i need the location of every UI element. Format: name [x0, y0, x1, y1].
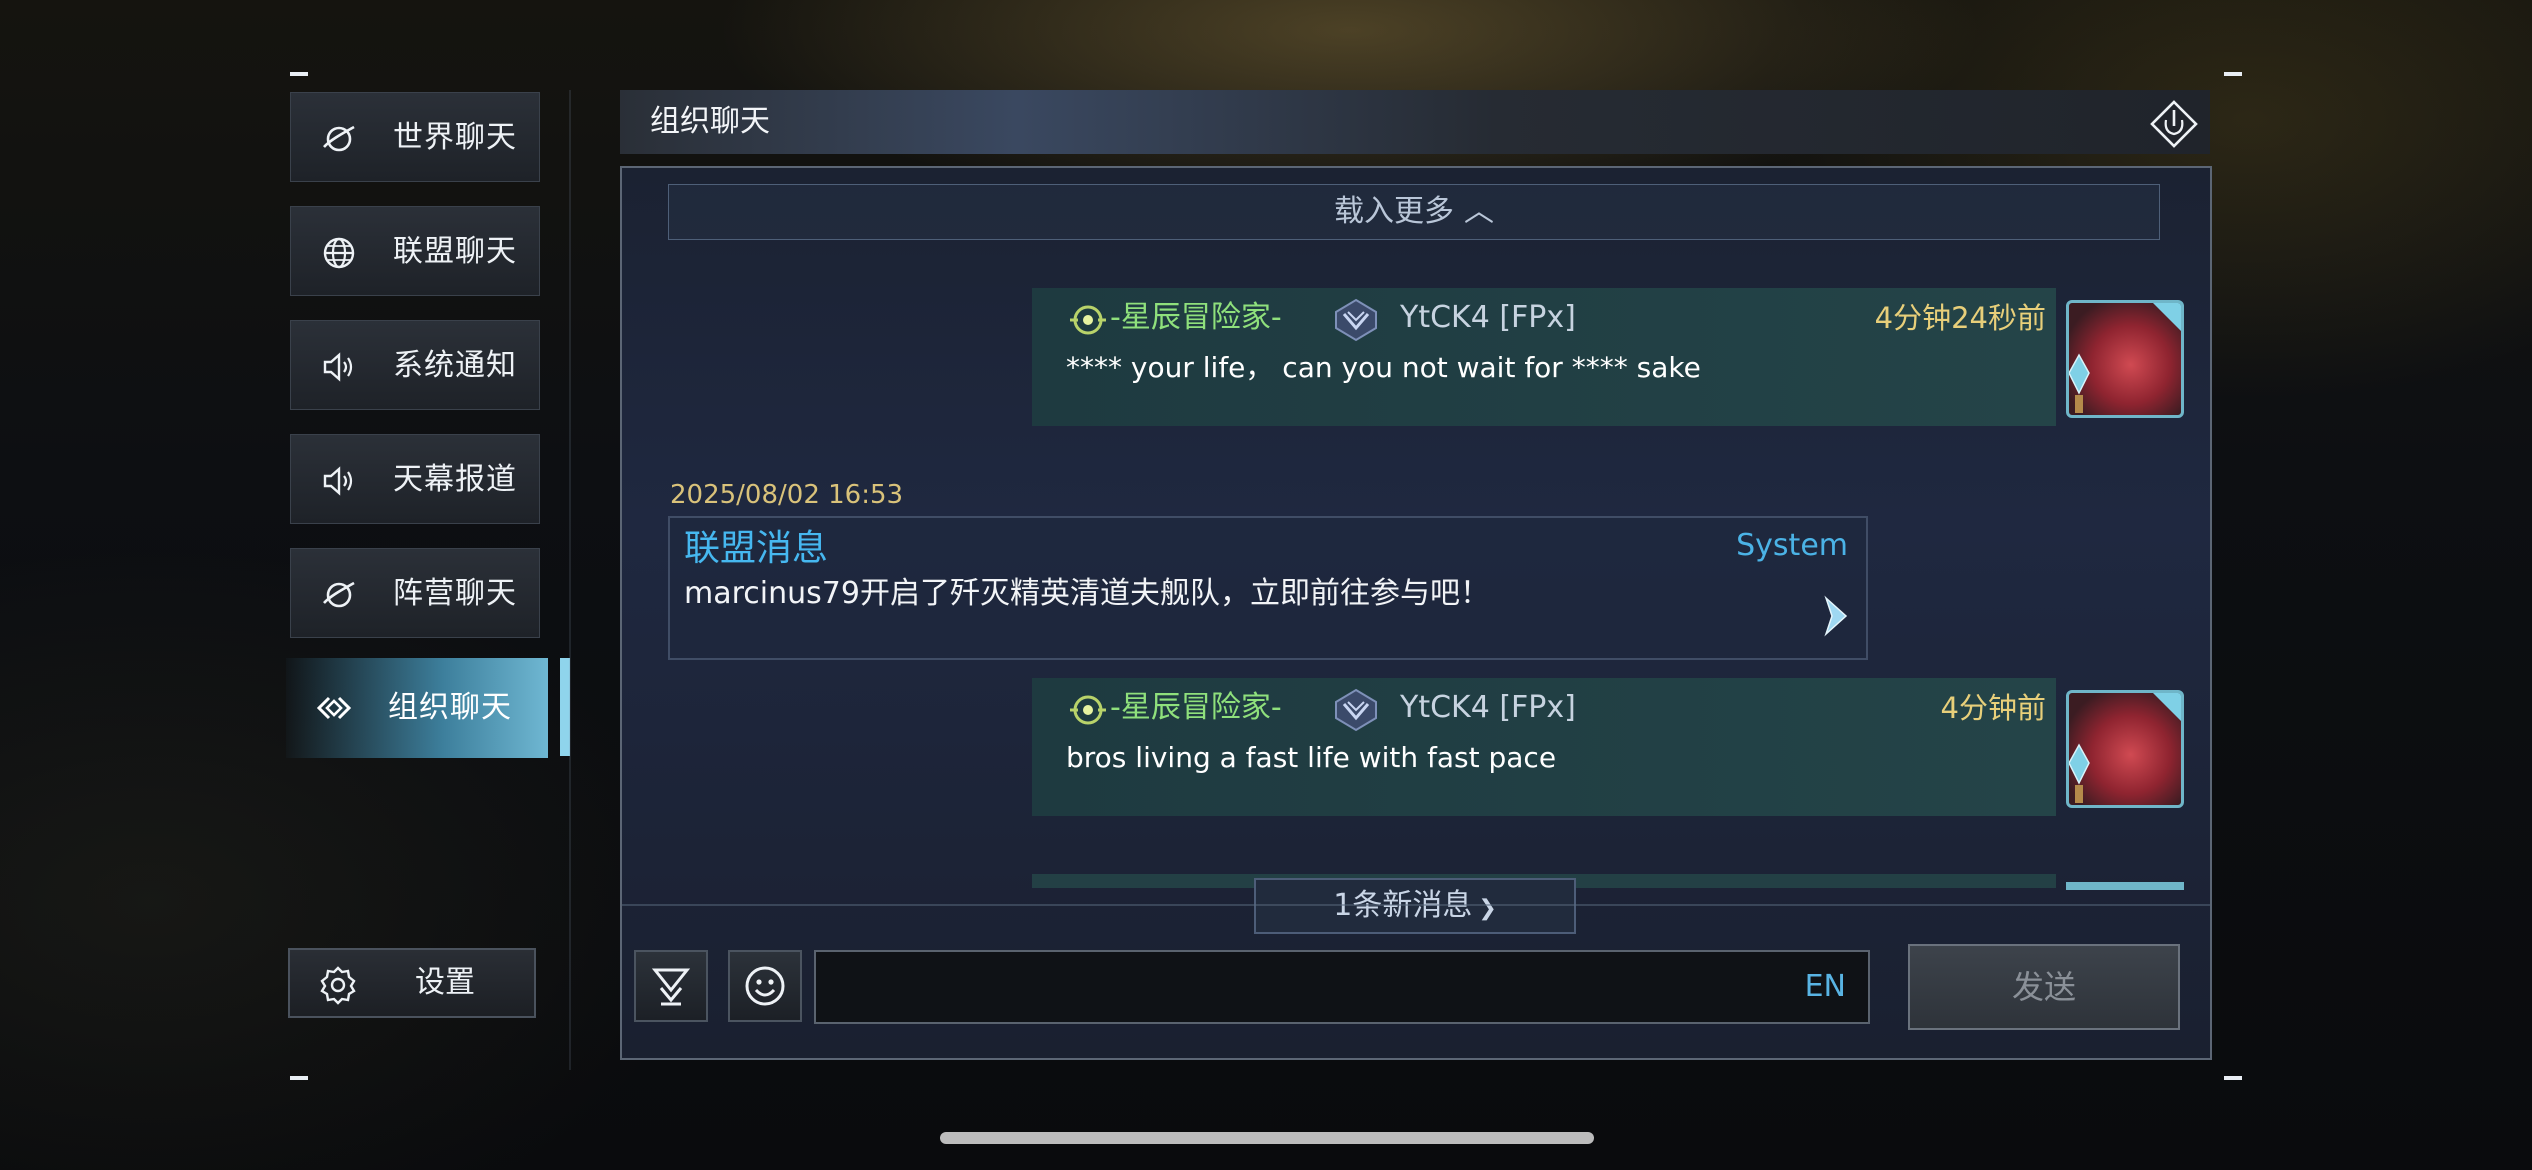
sidebar-item-skyscreen-report[interactable]: 天幕报道 [290, 434, 540, 524]
quick-phrase-button[interactable] [634, 950, 708, 1022]
avatar-frame-corner [2149, 303, 2181, 335]
message-time: 4分钟前 [1940, 691, 2046, 725]
sidebar-divider [569, 90, 571, 1070]
frame-corner [2224, 72, 2242, 76]
chat-message[interactable]: -星辰冒险家- YtCK4 [FPx] 4分钟24秒前 **** your li… [1032, 288, 2056, 426]
globe-icon [323, 237, 355, 269]
avatar[interactable] [2066, 690, 2184, 808]
sidebar-item-label: 阵营聊天 [393, 576, 517, 611]
message-text: bros living a fast life with fast pace [1066, 741, 1557, 774]
chat-message[interactable]: -星辰冒险家- YtCK4 [FPx] 4分钟前 bros living a f… [1032, 678, 2056, 816]
sidebar-item-organization-chat[interactable]: 组织聊天 [286, 658, 548, 758]
emoji-button[interactable] [728, 950, 802, 1022]
exit-icon[interactable] [2150, 100, 2198, 148]
gear-icon [320, 966, 356, 1005]
system-tag: System [1736, 528, 1848, 563]
language-toggle[interactable]: EN [1805, 952, 1846, 1022]
sidebar-item-label: 联盟聊天 [393, 234, 517, 269]
system-message-heading: 联盟消息 [684, 528, 829, 569]
input-divider [622, 904, 2210, 906]
funnel-down-icon [651, 968, 691, 1006]
speaker-icon [323, 352, 353, 382]
settings-button[interactable]: 设置 [288, 948, 536, 1018]
sidebar-item-label: 世界聊天 [393, 120, 517, 155]
send-label: 发送 [2011, 968, 2076, 1006]
avatar-frame-corner [2149, 693, 2181, 725]
system-message[interactable]: 联盟消息 System marcinus79开启了歼灭精英清道夫舰队，立即前往参… [668, 516, 1868, 660]
frame-corner [290, 72, 308, 76]
sidebar-item-system-notice[interactable]: 系统通知 [290, 320, 540, 410]
load-more-label: 载入更多 [1334, 194, 1454, 229]
player-title: -星辰冒险家- [1110, 690, 1282, 725]
planet-icon [323, 581, 355, 608]
sidebar-item-faction-chat[interactable]: 阵营聊天 [290, 548, 540, 638]
game-background: 世界聊天 联盟聊天 系统通知 天幕报道 阵营聊天 组织聊天 设置 组织聊天 载入… [0, 0, 2532, 1170]
diamond-link-icon [316, 696, 352, 720]
avatar[interactable] [2066, 300, 2184, 418]
sidebar-item-alliance-chat[interactable]: 联盟聊天 [290, 206, 540, 296]
message-text: **** your life， can you not wait for ***… [1066, 351, 1701, 384]
settings-label: 设置 [415, 965, 475, 1000]
planet-icon [323, 125, 355, 152]
rank-icon [1335, 298, 1377, 342]
smiley-icon [745, 966, 785, 1006]
load-more-button[interactable]: 载入更多 ︿ [668, 184, 2160, 240]
frame-corner [2224, 1076, 2242, 1080]
title-badge-icon [1070, 695, 1106, 725]
player-title: -星辰冒险家- [1110, 300, 1282, 335]
chat-header: 组织聊天 [620, 90, 2210, 154]
sidebar-item-label: 组织聊天 [388, 690, 512, 725]
speaker-icon [323, 466, 353, 496]
rank-icon [1335, 688, 1377, 732]
system-message-date: 2025/08/02 16:53 [670, 480, 904, 510]
gem-icon [2069, 353, 2090, 413]
new-messages-button[interactable]: 1条新消息 ❯ [1254, 878, 1576, 934]
title-badge-icon [1070, 305, 1106, 335]
player-name[interactable]: YtCK4 [FPx] [1400, 298, 1576, 338]
frame-corner [290, 1076, 308, 1080]
send-button[interactable]: 发送 [1908, 944, 2180, 1030]
avatar-partial [2066, 882, 2184, 890]
sidebar-item-world-chat[interactable]: 世界聊天 [290, 92, 540, 182]
chevron-up-icon: ︿ [1464, 194, 1494, 229]
gem-icon [2069, 743, 2090, 803]
sidebar-item-label: 天幕报道 [393, 462, 517, 497]
player-name[interactable]: YtCK4 [FPx] [1400, 688, 1576, 728]
home-indicator[interactable] [940, 1132, 1594, 1144]
chat-input[interactable]: EN [814, 950, 1870, 1024]
system-message-body: marcinus79开启了歼灭精英清道夫舰队，立即前往参与吧！ [684, 576, 1490, 611]
page-title: 组织聊天 [650, 104, 770, 139]
chevron-down-icon: ❯ [1478, 896, 1497, 921]
sidebar-item-label: 系统通知 [393, 348, 517, 383]
chevron-right-icon[interactable] [1818, 594, 1854, 638]
message-time: 4分钟24秒前 [1874, 301, 2046, 335]
